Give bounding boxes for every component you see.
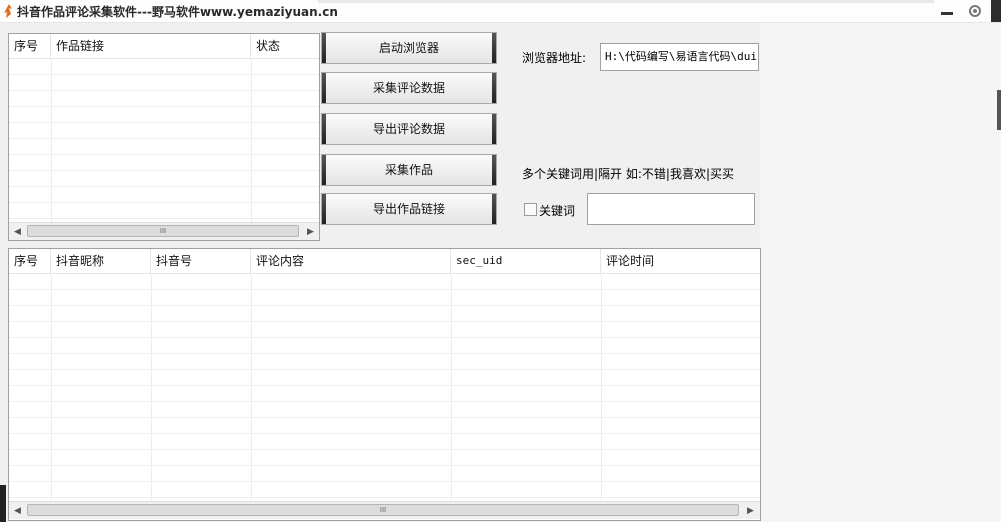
works-table[interactable]: 序号 作品链接 状态 ◀ III ▶ [8, 33, 320, 241]
works-horizontal-scrollbar[interactable]: ◀ III ▶ [9, 222, 319, 240]
row-separator [9, 218, 319, 219]
row-separator [9, 465, 760, 466]
comments-horizontal-scrollbar[interactable]: ◀ III ▶ [9, 501, 760, 519]
works-col-link[interactable]: 作品链接 [51, 34, 251, 58]
export-work-links-button[interactable]: 导出作品链接 [321, 193, 497, 225]
comments-col-content[interactable]: 评论内容 [251, 249, 451, 273]
works-table-header: 序号 作品链接 状态 [9, 34, 319, 59]
keyword-checkbox[interactable] [524, 203, 537, 216]
browser-path-input[interactable]: H:\代码编写\易语言代码\dui [600, 43, 759, 71]
scroll-right-icon[interactable]: ▶ [302, 223, 319, 240]
row-separator [9, 170, 319, 171]
row-separator [9, 90, 319, 91]
window-title: 抖音作品评论采集软件---野马软件www.yemaziyuan.cn [17, 5, 338, 19]
close-button[interactable] [991, 0, 1001, 22]
comments-scroll-thumb[interactable]: III [27, 504, 739, 516]
scroll-right-icon[interactable]: ▶ [742, 502, 759, 519]
row-separator [9, 305, 760, 306]
launch-browser-button[interactable]: 启动浏览器 [321, 32, 497, 64]
comments-col-sec-uid[interactable]: sec_uid [451, 249, 601, 273]
keyword-hint: 多个关键词用|隔开 如:不错|我喜欢|买买 [522, 167, 734, 181]
app-icon [4, 4, 12, 18]
keyword-checkbox-label[interactable]: 关键词 [539, 202, 575, 219]
row-separator [9, 74, 319, 75]
row-separator [9, 433, 760, 434]
row-separator [9, 106, 319, 107]
works-col-index[interactable]: 序号 [9, 34, 51, 58]
comments-table-header: 序号 抖音昵称 抖音号 评论内容 sec_uid 评论时间 [9, 249, 760, 274]
row-separator [9, 154, 319, 155]
row-separator [9, 186, 319, 187]
row-separator [9, 401, 760, 402]
row-separator [9, 138, 319, 139]
row-separator [9, 321, 760, 322]
row-separator [9, 481, 760, 482]
collect-works-button[interactable]: 采集作品 [321, 154, 497, 186]
row-separator [9, 449, 760, 450]
comments-table[interactable]: 序号 抖音昵称 抖音号 评论内容 sec_uid 评论时间 ◀ III ▶ [8, 248, 761, 521]
row-separator [9, 122, 319, 123]
minimize-icon [941, 11, 953, 15]
row-separator [9, 497, 760, 498]
gear-icon [969, 5, 981, 17]
comments-grid-line [251, 273, 252, 501]
settings-button[interactable] [962, 0, 988, 22]
comments-col-index[interactable]: 序号 [9, 249, 51, 273]
comments-col-nickname[interactable]: 抖音昵称 [51, 249, 151, 273]
comments-grid-line [451, 273, 452, 501]
right-blank-panel [760, 23, 1001, 522]
row-separator [9, 369, 760, 370]
works-grid-line [251, 58, 252, 222]
scroll-left-icon[interactable]: ◀ [9, 502, 26, 519]
row-separator [9, 202, 319, 203]
row-separator [9, 289, 760, 290]
keyword-input[interactable] [587, 193, 755, 225]
comments-col-time[interactable]: 评论时间 [601, 249, 760, 273]
export-comments-button[interactable]: 导出评论数据 [321, 113, 497, 145]
comments-grid-line [601, 273, 602, 501]
left-edge-indicator [0, 485, 6, 522]
comments-grid-line [151, 273, 152, 501]
row-separator [9, 353, 760, 354]
title-accent-bar [318, 0, 934, 3]
comments-grid-line [51, 273, 52, 501]
browser-path-label: 浏览器地址: [522, 51, 587, 65]
works-scroll-thumb[interactable]: III [27, 225, 299, 237]
row-separator [9, 417, 760, 418]
row-separator [9, 337, 760, 338]
works-grid-line [51, 58, 52, 222]
right-edge-scroll-indicator [997, 90, 1001, 130]
row-separator [9, 385, 760, 386]
minimize-button[interactable] [934, 0, 960, 22]
title-bar: 抖音作品评论采集软件---野马软件www.yemaziyuan.cn [0, 0, 1001, 23]
collect-comments-button[interactable]: 采集评论数据 [321, 72, 497, 104]
comments-col-douyin-id[interactable]: 抖音号 [151, 249, 251, 273]
scroll-left-icon[interactable]: ◀ [9, 223, 26, 240]
works-col-status[interactable]: 状态 [251, 34, 319, 58]
